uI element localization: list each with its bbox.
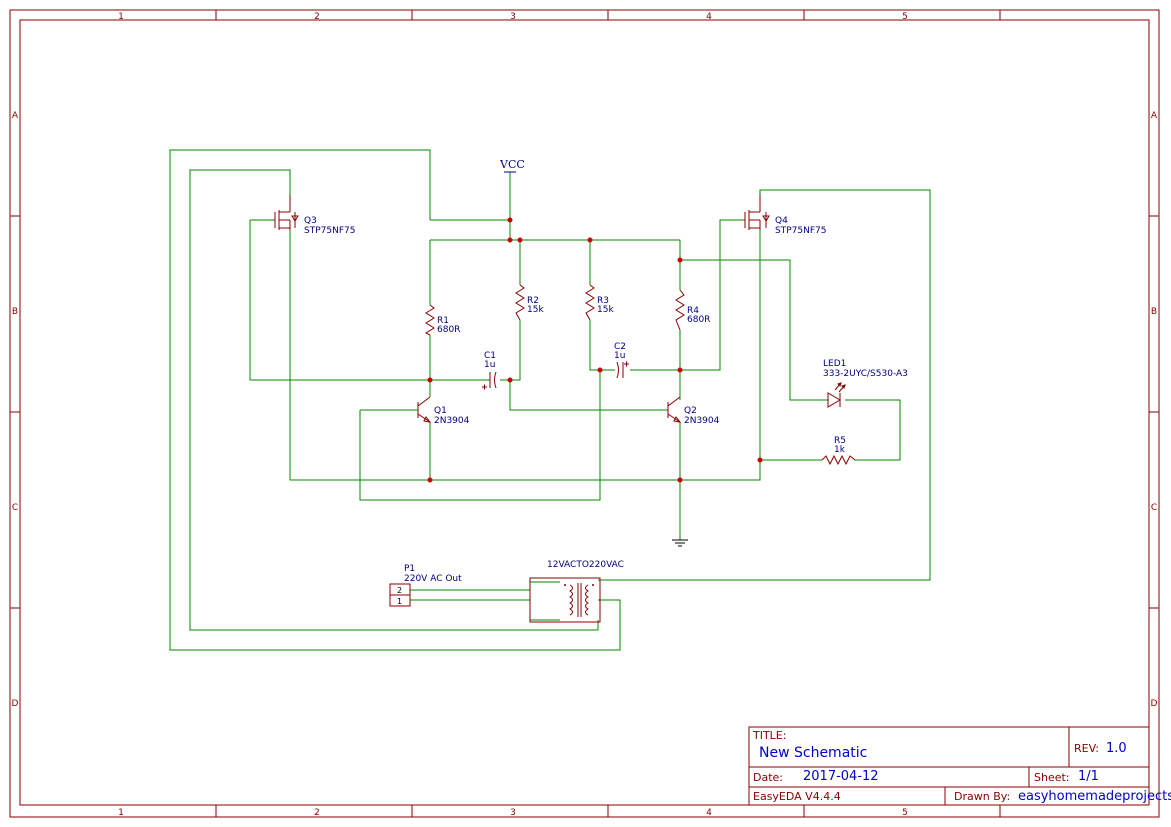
grid-col-3-top: 3 [510, 12, 516, 22]
grid-col-3-bottom: 3 [510, 808, 516, 818]
schematic-sheet: 1 2 3 4 5 1 2 3 4 5 A B C D A B C D VCC … [9, 9, 1171, 818]
q1-ref: Q1 [434, 406, 447, 416]
t1-value: 12VACTO220VAC [547, 560, 624, 570]
q3-value: STP75NF75 [304, 226, 355, 236]
c1-value: 1u [484, 360, 495, 370]
r4-resistor-symbol [675, 289, 685, 331]
r4-value: 680R [687, 315, 710, 325]
junctions [427, 217, 763, 483]
led1-symbol [827, 382, 846, 408]
q4-value: STP75NF75 [775, 226, 826, 236]
c1-capacitor-symbol [482, 371, 497, 390]
drawn-by-label: Drawn By: [954, 790, 1010, 803]
led1-ref: LED1 [823, 359, 846, 369]
r1-value: 680R [437, 325, 460, 335]
vcc-label: VCC [499, 158, 525, 171]
sheet-frame [9, 9, 1160, 818]
grid-row-d-left: D [12, 699, 19, 709]
r5-value: 1k [834, 445, 846, 455]
r2-resistor-symbol [515, 284, 525, 321]
p1-pin-2: 2 [397, 586, 402, 595]
c2-capacitor-symbol [616, 361, 629, 379]
grid-row-c-right: C [1151, 503, 1157, 513]
grid-col-2-bottom: 2 [314, 808, 320, 818]
grid-col-5-top: 5 [902, 12, 908, 22]
led1-value: 333-2UYC/S530-A3 [823, 369, 908, 379]
q3-mosfet-symbol [274, 195, 299, 230]
grid-col-4-bottom: 4 [706, 808, 712, 818]
grid-row-b-left: B [12, 307, 18, 317]
p1-pin-1: 1 [397, 597, 402, 606]
date-label: Date: [753, 771, 783, 784]
t1-transformer-symbol [529, 577, 601, 623]
q4-mosfet-symbol [744, 195, 770, 230]
r2-value: 15k [527, 305, 544, 315]
r5-resistor-symbol [821, 454, 856, 466]
grid-col-1-bottom: 1 [118, 808, 124, 818]
q4-ref: Q4 [775, 216, 788, 226]
drawn-by-value: easyhomemadeprojects [1018, 789, 1171, 804]
rev-label: REV: [1074, 742, 1099, 755]
r3-resistor-symbol [585, 284, 595, 321]
p1-ref: P1 [404, 564, 415, 574]
ground-symbol [672, 539, 688, 547]
title-value: New Schematic [759, 745, 867, 761]
r1-resistor-symbol [424, 304, 435, 336]
q1-value: 2N3904 [434, 416, 470, 426]
date-value: 2017-04-12 [803, 769, 879, 784]
grid-col-4-top: 4 [706, 12, 712, 22]
grid-row-b-right: B [1151, 307, 1157, 317]
title-label: TITLE: [752, 729, 786, 742]
q2-ref: Q2 [684, 406, 697, 416]
q3-ref: Q3 [304, 216, 317, 226]
software-label: EasyEDA V4.4.4 [753, 790, 841, 803]
wires [169, 149, 931, 651]
grid-row-a-left: A [12, 111, 19, 121]
q2-npn-symbol [667, 396, 682, 423]
q1-npn-symbol [417, 396, 432, 423]
c2-value: 1u [614, 351, 625, 361]
grid-col-1-top: 1 [118, 12, 124, 22]
grid-row-d-right: D [1151, 699, 1158, 709]
grid-col-2-top: 2 [314, 12, 320, 22]
grid-row-a-right: A [1151, 111, 1158, 121]
q2-value: 2N3904 [684, 416, 720, 426]
sheet-label: Sheet: [1034, 771, 1070, 784]
grid-col-5-bottom: 5 [902, 808, 908, 818]
grid-row-c-left: C [12, 503, 18, 513]
rev-value: 1.0 [1106, 741, 1127, 756]
sheet-value: 1/1 [1078, 769, 1099, 784]
p1-value: 220V AC Out [404, 574, 462, 584]
r3-value: 15k [597, 305, 614, 315]
